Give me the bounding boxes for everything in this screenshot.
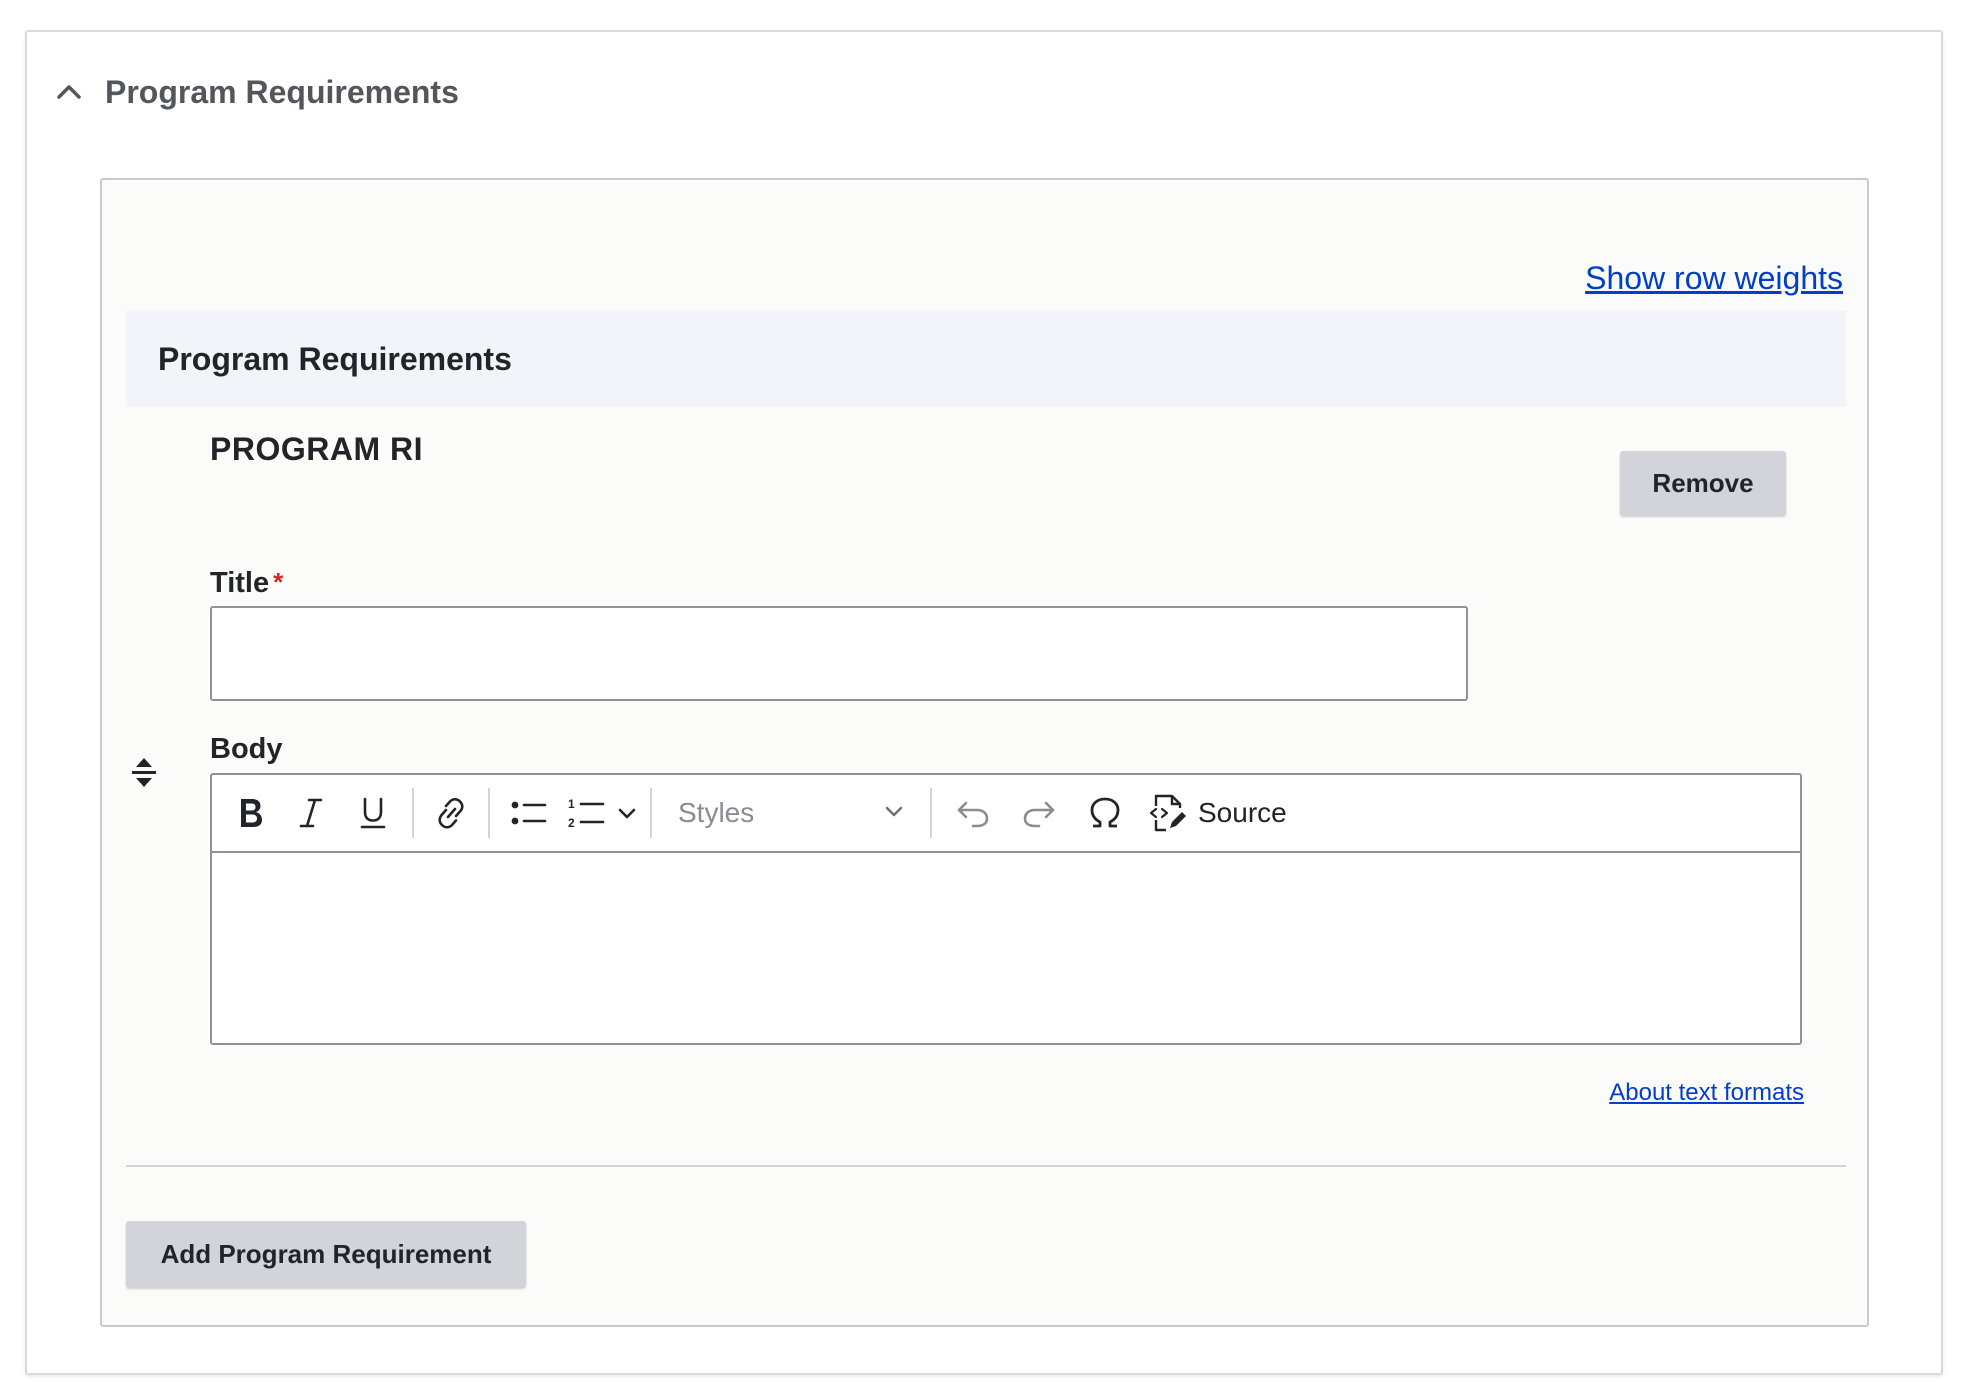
body-editor: 12 Styles Source xyxy=(210,773,1802,1045)
details-summary-label: Program Requirements xyxy=(105,73,459,110)
numbered-list-dropdown[interactable] xyxy=(612,783,642,843)
add-program-requirement-button[interactable]: Add Program Requirement xyxy=(126,1221,526,1287)
chevron-down-icon xyxy=(617,806,637,820)
redo-button[interactable] xyxy=(1006,783,1072,843)
details-summary-toggle[interactable]: Program Requirements xyxy=(51,62,459,122)
bulleted-list-icon xyxy=(510,798,548,828)
table-row: PROGRAM RI Remove Title * Body 1 2 Style… xyxy=(126,407,1846,1167)
paragraph-type-label: PROGRAM RI xyxy=(210,431,423,467)
drag-handle-icon[interactable] xyxy=(128,753,160,793)
editor-toolbar: 12 Styles Source xyxy=(212,775,1800,853)
source-icon xyxy=(1148,792,1188,834)
redo-icon xyxy=(1021,798,1057,828)
title-label: Title * xyxy=(210,567,283,600)
source-button[interactable]: Source xyxy=(1148,783,1287,843)
underline-button[interactable] xyxy=(342,783,404,843)
numbered-list-button[interactable]: 12 xyxy=(560,783,612,843)
paragraphs-field-wrapper: Show row weights Program Requirements PR… xyxy=(100,178,1869,1327)
undo-button[interactable] xyxy=(940,783,1006,843)
chevron-up-icon xyxy=(51,74,87,110)
about-text-formats-link[interactable]: About text formats xyxy=(1609,1079,1804,1107)
body-editor-content[interactable] xyxy=(212,853,1800,1043)
show-row-weights-link[interactable]: Show row weights xyxy=(1585,260,1843,297)
italic-icon xyxy=(296,796,326,830)
body-label: Body xyxy=(210,733,283,765)
chevron-down-icon xyxy=(884,804,904,823)
toolbar-separator xyxy=(412,788,414,838)
italic-button[interactable] xyxy=(280,783,342,843)
toolbar-separator xyxy=(488,788,490,838)
special-characters-icon xyxy=(1087,796,1123,830)
special-characters-button[interactable] xyxy=(1072,783,1138,843)
title-label-text: Title xyxy=(210,567,270,599)
styles-dropdown-value: Styles xyxy=(678,797,755,828)
table-header-label: Program Requirements xyxy=(158,340,512,377)
underline-icon xyxy=(358,796,388,830)
toolbar-separator xyxy=(650,788,652,838)
toolbar-separator xyxy=(930,788,932,838)
bold-icon xyxy=(236,796,266,830)
bulleted-list-button[interactable] xyxy=(498,783,560,843)
link-button[interactable] xyxy=(422,783,480,843)
required-marker: * xyxy=(273,567,284,597)
program-requirements-details: Program Requirements Show row weights Pr… xyxy=(25,30,1943,1375)
svg-text:1: 1 xyxy=(568,797,575,811)
bold-button[interactable] xyxy=(222,783,280,843)
svg-text:2: 2 xyxy=(568,816,575,830)
table-header: Program Requirements xyxy=(126,311,1846,407)
remove-button[interactable]: Remove xyxy=(1620,451,1786,515)
source-label: Source xyxy=(1198,797,1287,828)
title-input[interactable] xyxy=(210,606,1468,701)
styles-dropdown[interactable]: Styles xyxy=(660,783,922,843)
undo-icon xyxy=(955,798,991,828)
numbered-list-icon: 12 xyxy=(567,796,605,830)
link-icon xyxy=(435,796,467,830)
